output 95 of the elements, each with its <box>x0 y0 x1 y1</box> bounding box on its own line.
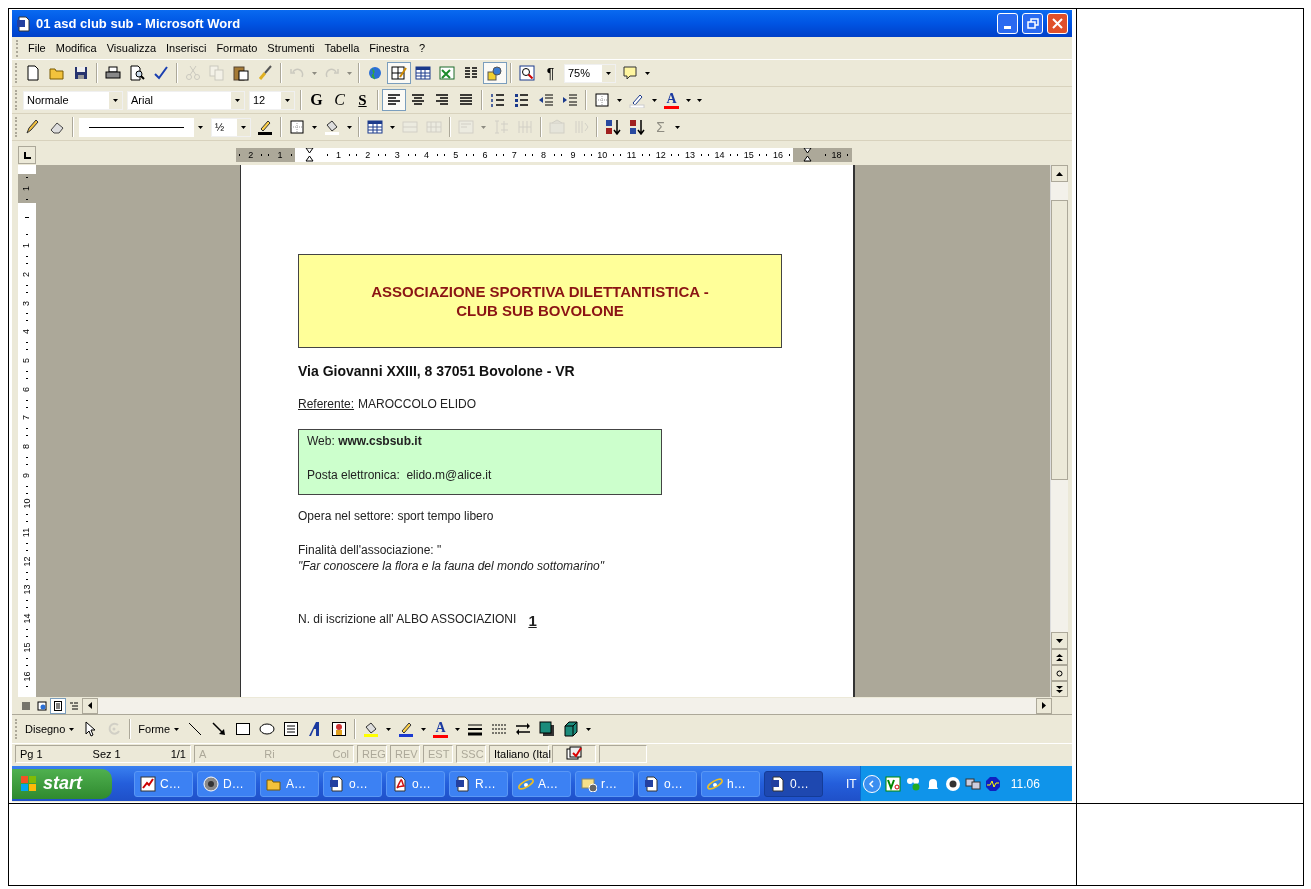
ruler-number: 15 <box>743 150 754 160</box>
language-indicator: IT <box>845 775 858 793</box>
address-text: Via Giovanni XXIII, 8 37051 Bovolone - VR <box>298 362 575 381</box>
ruler-number: 1 <box>277 150 283 160</box>
ruler-number: 12 <box>22 556 32 567</box>
taskbar-button[interactable]: 0… <box>764 770 823 797</box>
font-color-button[interactable]: A <box>660 89 683 111</box>
ruler-number: 8 <box>22 444 32 450</box>
ruler-number: 7 <box>22 415 32 421</box>
bold-button[interactable]: G <box>305 89 328 111</box>
ruler-number: 2 <box>365 150 371 160</box>
email-text: Posta elettronica: elido.m@alice.it <box>307 467 493 484</box>
dropdown-field[interactable]: Arial <box>127 90 245 110</box>
ruler-number: 12 <box>655 150 666 160</box>
status-text: Italiano (Ital <box>494 746 551 762</box>
taskbar-button[interactable]: A… <box>260 770 319 797</box>
ruler-number: 1 <box>22 185 32 191</box>
ruler-number: 5 <box>453 150 459 160</box>
ruler-number: 13 <box>22 584 32 595</box>
ruler-number: 4 <box>22 329 32 335</box>
font-color-button[interactable]: A <box>429 718 453 740</box>
status-text: A <box>199 746 207 762</box>
menu-item[interactable]: Visualizza <box>101 39 162 57</box>
referente-label: Referente: <box>298 396 355 413</box>
dropdown-field[interactable]: 75% <box>564 63 616 83</box>
menu-item[interactable]: Strumenti <box>262 39 320 57</box>
purpose-label: Finalità dell'associazione: " <box>298 542 442 558</box>
ruler-number: 14 <box>22 613 32 624</box>
menu-button[interactable]: Disegno <box>21 718 79 740</box>
ruler-number: 8 <box>541 150 547 160</box>
menu-item[interactable]: Modifica <box>50 39 102 57</box>
sector-text: Opera nel settore: sport tempo libero <box>298 508 494 525</box>
ruler-number: 15 <box>22 642 32 653</box>
taskbar-button[interactable]: o… <box>386 770 445 797</box>
status-text: Col <box>332 746 349 762</box>
taskbar-button[interactable]: r… <box>575 770 634 797</box>
menu-item[interactable]: Tabella <box>319 39 365 57</box>
menu-item[interactable]: Inserisci <box>161 39 212 57</box>
ruler-number: 1 <box>336 150 342 160</box>
ruler-number: 7 <box>511 150 517 160</box>
ruler-number: 4 <box>423 150 429 160</box>
status-text: Pg 1 <box>20 746 43 762</box>
status-text: Sez 1 <box>92 746 121 762</box>
ruler-number: 10 <box>22 498 32 509</box>
status-text: SSC <box>461 746 484 762</box>
ruler-number: 16 <box>22 671 32 682</box>
ruler-number: 6 <box>22 386 32 392</box>
menu-item[interactable]: Finestra <box>364 39 415 57</box>
ruler-number: 2 <box>248 150 254 160</box>
dropdown-field[interactable]: ½ <box>211 117 251 137</box>
underline-button[interactable]: S <box>351 89 374 111</box>
ruler-number: 13 <box>685 150 696 160</box>
ruler-number: 3 <box>22 300 32 306</box>
dropdown-field[interactable]: 12 <box>249 90 295 110</box>
ruler-number: 18 <box>831 150 842 160</box>
taskbar-button[interactable]: o… <box>323 770 382 797</box>
registration-number: 1 <box>528 613 537 628</box>
symbol-button[interactable]: ¶ <box>539 62 562 84</box>
status-text: Ri <box>264 746 275 762</box>
title-text: ASSOCIAZIONE SPORTIVA DILETTANTISTICA - <box>371 282 709 301</box>
status-text: EST <box>428 746 450 762</box>
taskbar-button[interactable]: o… <box>638 770 697 797</box>
purpose-quote: "Far conoscere la flora e la fauna del mondo sottomarino" <box>298 558 605 574</box>
ruler-number: 9 <box>22 472 32 478</box>
ruler-number: 10 <box>597 150 608 160</box>
ruler-number: 9 <box>570 150 576 160</box>
menu-button[interactable]: Forme <box>134 718 184 740</box>
taskbar-button[interactable]: C… <box>134 770 193 797</box>
ruler-number: 16 <box>773 150 783 160</box>
web-text: Web: www.csbsub.it <box>307 433 423 450</box>
status-text: REG <box>362 746 386 762</box>
ruler-number: 3 <box>394 150 400 160</box>
window-title: 01 asd club sub - Microsoft Word <box>36 14 241 33</box>
dropdown-field[interactable]: Normale <box>23 90 123 110</box>
ruler-number: 2 <box>22 271 32 277</box>
registration-label: N. di iscrizione all' ALBO ASSOCIAZIONI <box>298 611 517 628</box>
ruler-number: 5 <box>22 357 32 363</box>
menu-item[interactable]: Formato <box>211 39 263 57</box>
ruler-number: 1 <box>22 243 32 249</box>
status-text: REV <box>395 746 418 762</box>
referente-name: MAROCCOLO ELIDO <box>358 396 477 413</box>
taskbar-button[interactable]: A… <box>512 770 571 797</box>
menu-item[interactable]: ? <box>414 39 431 57</box>
status-text: 1/1 <box>170 746 186 762</box>
italic-button[interactable]: C <box>328 89 351 111</box>
title-text: CLUB SUB BOVOLONE <box>456 301 624 320</box>
clock: 11.06 <box>1009 775 1040 793</box>
ruler-number: 11 <box>22 527 32 538</box>
taskbar-button[interactable]: h… <box>701 770 760 797</box>
ruler-number: 6 <box>482 150 488 160</box>
taskbar-button[interactable]: R… <box>449 770 508 797</box>
taskbar-button[interactable]: D… <box>197 770 256 797</box>
ruler-number: 14 <box>714 150 725 160</box>
menu-item[interactable]: File <box>23 39 51 57</box>
ruler-number: 11 <box>626 150 637 160</box>
